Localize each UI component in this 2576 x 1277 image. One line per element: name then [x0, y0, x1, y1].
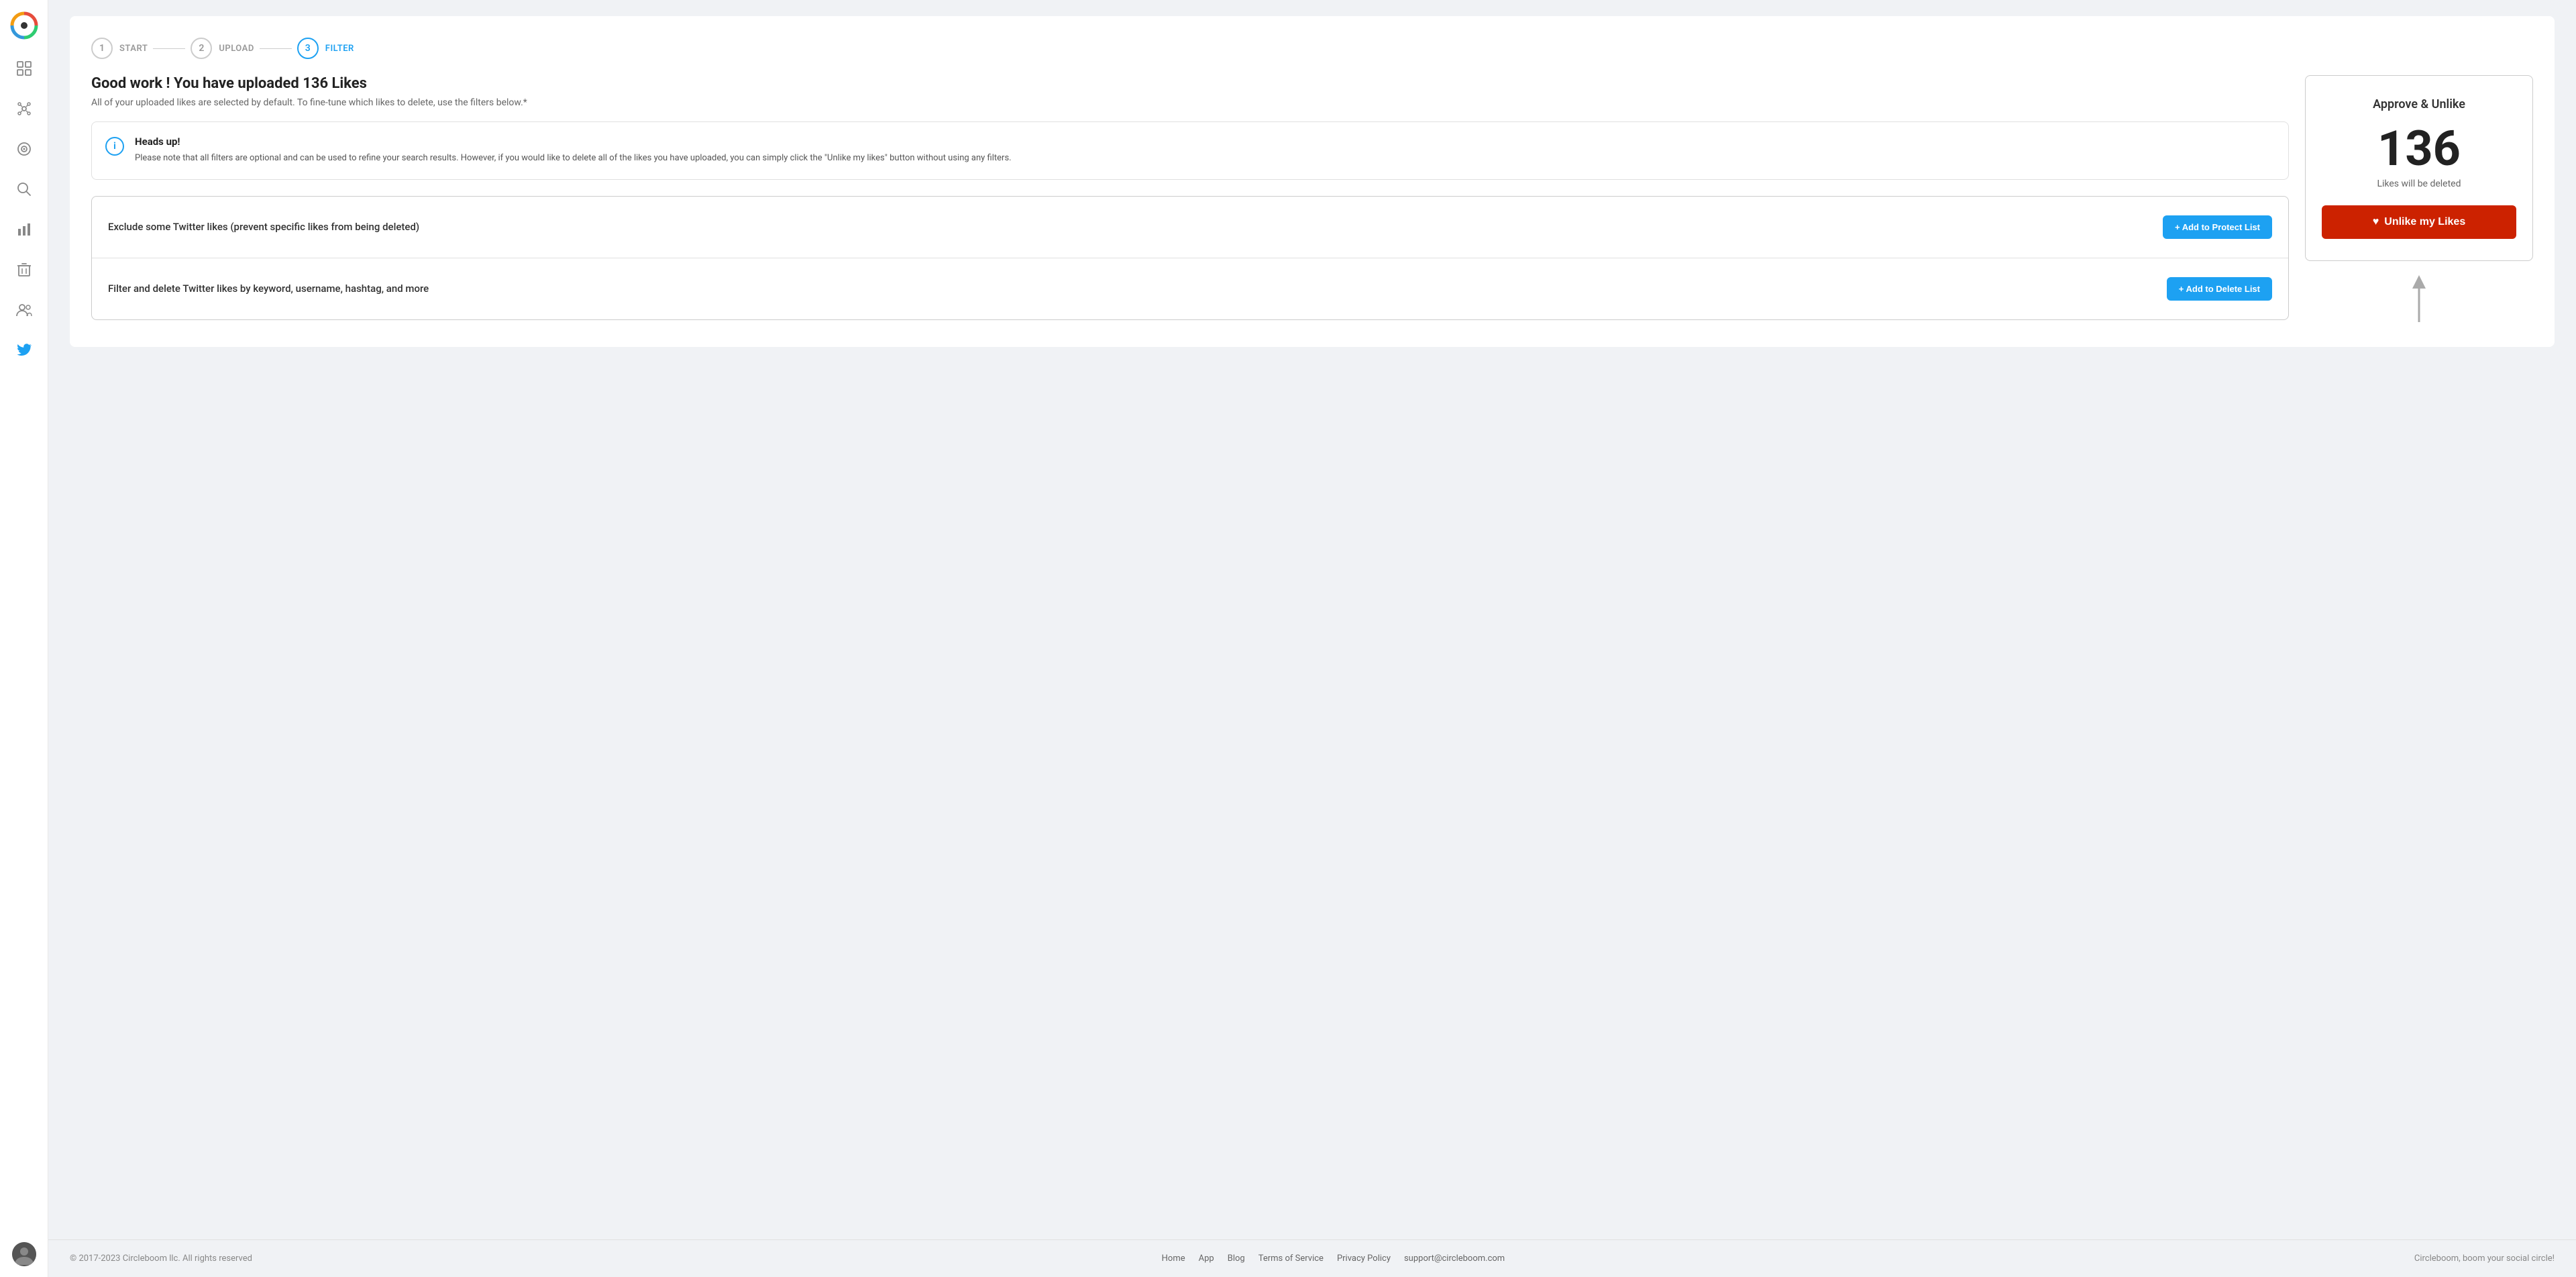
step-1[interactable]: 1 START — [91, 38, 148, 59]
step-1-label: START — [119, 44, 148, 54]
footer-link-home[interactable]: Home — [1162, 1254, 1185, 1264]
step-divider-2 — [260, 48, 292, 49]
sidebar-navigation — [12, 56, 36, 1242]
footer-link-tos[interactable]: Terms of Service — [1258, 1254, 1324, 1264]
sidebar-item-circle[interactable] — [12, 137, 36, 161]
footer-link-app[interactable]: App — [1199, 1254, 1214, 1264]
app-logo[interactable] — [9, 11, 39, 40]
info-icon: i — [105, 137, 124, 156]
upload-subheading: All of your uploaded likes are selected … — [91, 97, 2289, 108]
main-content: 1 START 2 UPLOAD 3 FILTER — [48, 0, 2576, 1277]
arrow-up-icon — [2406, 272, 2432, 325]
step-3-label: FILTER — [325, 44, 354, 54]
step-3[interactable]: 3 FILTER — [297, 38, 354, 59]
sidebar-item-delete[interactable] — [12, 258, 36, 282]
footer-copyright: © 2017-2023 Circleboom llc. All rights r… — [70, 1254, 252, 1264]
page-area: 1 START 2 UPLOAD 3 FILTER — [48, 0, 2576, 1239]
sidebar-item-analytics[interactable] — [12, 217, 36, 242]
right-column: Approve & Unlike 136 Likes will be delet… — [2305, 75, 2533, 325]
upload-heading: Good work ! You have uploaded 136 Likes — [91, 75, 2289, 92]
filter-box: Exclude some Twitter likes (prevent spec… — [91, 196, 2289, 320]
add-protect-list-button[interactable]: + Add to Protect List — [2163, 215, 2272, 239]
approve-count-label: Likes will be deleted — [2322, 178, 2516, 189]
sidebar-item-twitter[interactable] — [12, 338, 36, 362]
unlike-button-label: Unlike my Likes — [2384, 216, 2465, 228]
filter-delete-label: Filter and delete Twitter likes by keywo… — [108, 283, 429, 295]
steps-bar: 1 START 2 UPLOAD 3 FILTER — [91, 38, 2533, 59]
sidebar — [0, 0, 48, 1277]
add-delete-list-button[interactable]: + Add to Delete List — [2167, 277, 2272, 301]
filter-row-delete: Filter and delete Twitter likes by keywo… — [92, 258, 2288, 319]
footer-link-privacy[interactable]: Privacy Policy — [1337, 1254, 1391, 1264]
filter-protect-label: Exclude some Twitter likes (prevent spec… — [108, 221, 419, 233]
unlike-button[interactable]: ♥ Unlike my Likes — [2322, 205, 2516, 239]
approve-title: Approve & Unlike — [2322, 97, 2516, 111]
sidebar-item-users[interactable] — [12, 298, 36, 322]
info-box-title: Heads up! — [135, 136, 1012, 148]
left-column: Good work ! You have uploaded 136 Likes … — [91, 75, 2289, 320]
heart-icon: ♥ — [2373, 216, 2379, 228]
step-3-circle: 3 — [297, 38, 319, 59]
info-box-content: Heads up! Please note that all filters a… — [135, 136, 1012, 166]
sidebar-bottom — [12, 1242, 36, 1266]
step-divider-1 — [153, 48, 185, 49]
footer-link-blog[interactable]: Blog — [1228, 1254, 1245, 1264]
step-2-label: UPLOAD — [219, 44, 254, 54]
step-2[interactable]: 2 UPLOAD — [191, 38, 254, 59]
info-box: i Heads up! Please note that all filters… — [91, 121, 2289, 180]
sidebar-item-dashboard[interactable] — [12, 56, 36, 81]
sidebar-item-network[interactable] — [12, 97, 36, 121]
arrow-container — [2305, 272, 2533, 325]
footer: © 2017-2023 Circleboom llc. All rights r… — [48, 1239, 2576, 1277]
sidebar-item-search[interactable] — [12, 177, 36, 201]
footer-tagline: Circleboom, boom your social circle! — [2414, 1254, 2555, 1264]
user-avatar[interactable] — [12, 1242, 36, 1266]
step-1-circle: 1 — [91, 38, 113, 59]
filter-row-protect: Exclude some Twitter likes (prevent spec… — [92, 197, 2288, 258]
info-box-text: Please note that all filters are optiona… — [135, 152, 1012, 166]
footer-link-support[interactable]: support@circleboom.com — [1404, 1254, 1505, 1264]
approve-box: Approve & Unlike 136 Likes will be delet… — [2305, 75, 2533, 261]
main-layout: Good work ! You have uploaded 136 Likes … — [91, 75, 2533, 325]
steps-card: 1 START 2 UPLOAD 3 FILTER — [70, 16, 2555, 347]
upload-header: Good work ! You have uploaded 136 Likes … — [91, 75, 2289, 108]
approve-count: 136 — [2322, 125, 2516, 173]
footer-links: Home App Blog Terms of Service Privacy P… — [1162, 1254, 1505, 1264]
step-2-circle: 2 — [191, 38, 212, 59]
